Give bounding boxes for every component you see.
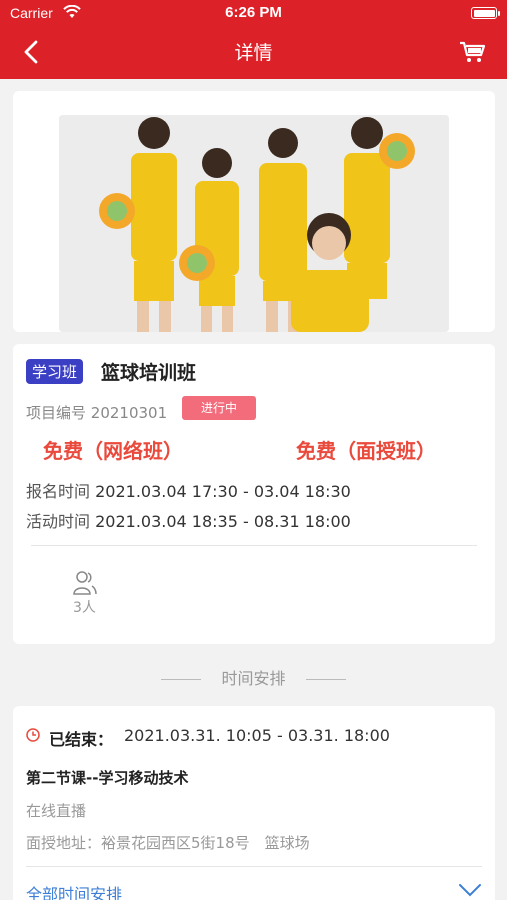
divider [26,866,482,867]
all-schedule-link[interactable]: 全部时间安排 [26,881,122,900]
project-code: 项目编号 20210301 [26,402,167,423]
cart-icon[interactable] [459,40,487,64]
status-time: 6:26 PM [225,4,282,21]
activity-time-value: 2021.03.04 18:35 - 08.31 18:00 [95,512,351,531]
app-header: Carrier 6:26 PM 详情 [0,0,507,79]
section-title: 时间安排 [221,669,286,688]
clock-icon [26,728,40,742]
section-line [161,679,202,680]
signup-time-label: 报名时间 [26,482,91,501]
chevron-down-icon[interactable] [458,882,482,898]
course-title: 篮球培训班 [101,362,197,384]
lesson-mode: 在线直播 [26,802,87,820]
section-line [305,679,346,680]
course-info-card: 学习班 篮球培训班 项目编号 20210301 进行中 免费（网络班） 免费（面… [13,344,495,644]
lesson-address: 面授地址：裕景花园西区5街18号 篮球场 [26,834,310,852]
signup-time-row: 报名时间 2021.03.04 17:30 - 03.04 18:30 [26,478,351,502]
course-type-tag: 学习班 [26,359,84,384]
schedule-time: 2021.03.31. 10:05 - 03.31. 18:00 [124,726,390,745]
lesson-title: 第二节课--学习移动技术 [26,769,189,787]
battery-icon [471,7,500,19]
activity-time-label: 活动时间 [26,512,91,531]
participant-count: 3人 [73,600,96,616]
divider [31,545,477,546]
page-title: 详情 [234,42,273,64]
project-code-label: 项目编号 [26,404,87,422]
schedule-card: 已结束： 2021.03.31. 10:05 - 03.31. 18:00 第二… [13,706,495,900]
people-icon [73,571,97,595]
schedule-section-header: 时间安排 [0,665,507,689]
price-offline: 免费（面授班） [296,439,436,463]
activity-time-row: 活动时间 2021.03.04 18:35 - 08.31 18:00 [26,508,351,532]
price-online: 免费（网络班） [43,439,183,463]
course-photo [59,115,449,332]
status-badge: 进行中 [182,396,256,420]
project-code-value: 20210301 [90,404,168,422]
status-bar: Carrier 6:26 PM [0,0,507,26]
kids-illustration [59,115,449,332]
ended-label: 已结束： [49,730,114,749]
hero-card [13,91,495,332]
signup-time-value: 2021.03.04 17:30 - 03.04 18:30 [95,482,351,501]
